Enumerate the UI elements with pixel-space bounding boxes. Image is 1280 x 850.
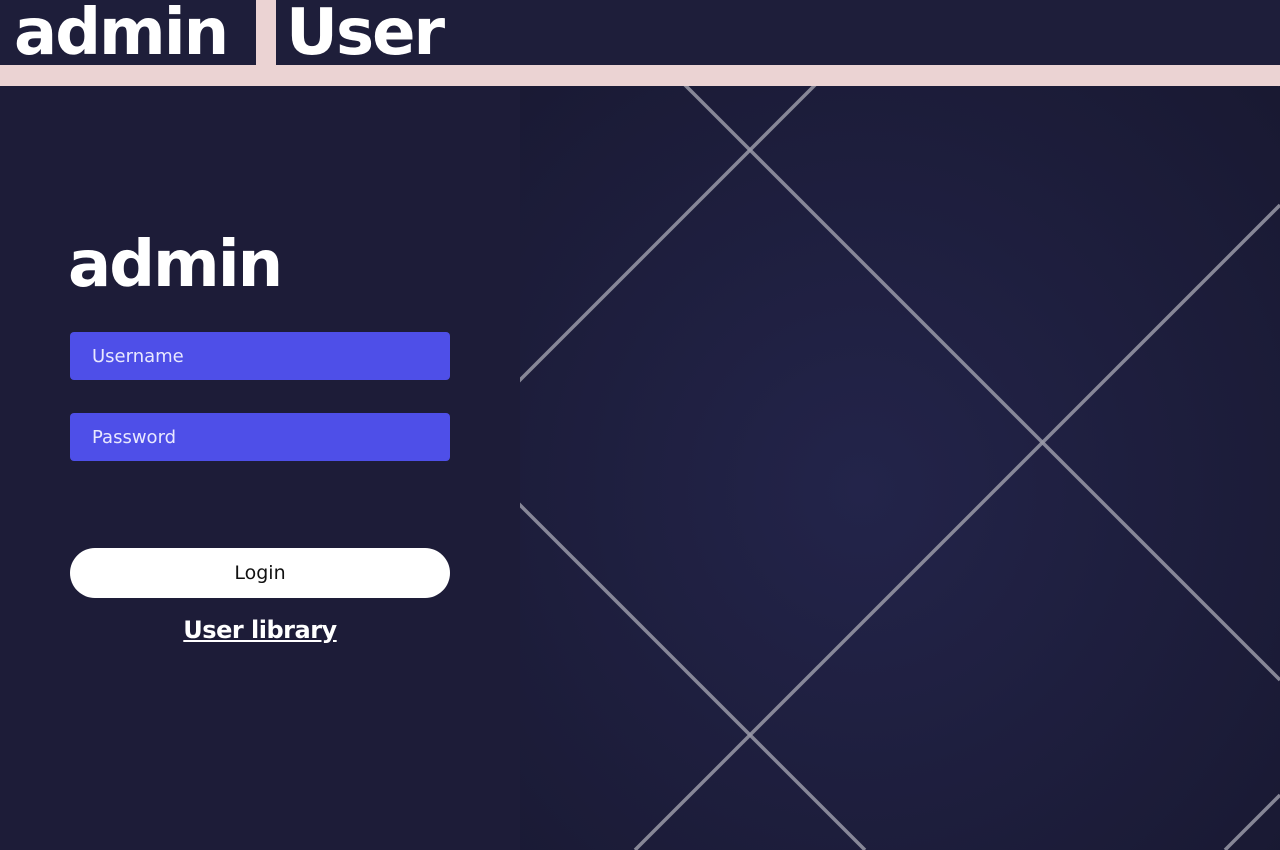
password-input[interactable]: [70, 413, 450, 461]
header-accent-strip: [0, 65, 1280, 86]
login-page: admin User admin Login User library: [0, 0, 1280, 850]
tab-user[interactable]: User: [286, 0, 445, 72]
login-button[interactable]: Login: [70, 548, 450, 598]
tab-divider: [256, 0, 276, 65]
login-panel: admin Login User library: [0, 86, 520, 850]
user-library-link[interactable]: User library: [70, 616, 450, 644]
tab-admin[interactable]: admin: [14, 0, 229, 72]
username-input[interactable]: [70, 332, 450, 380]
login-title: admin: [68, 228, 283, 302]
top-bar: admin User: [0, 0, 1280, 86]
background-pattern: [520, 50, 1280, 850]
